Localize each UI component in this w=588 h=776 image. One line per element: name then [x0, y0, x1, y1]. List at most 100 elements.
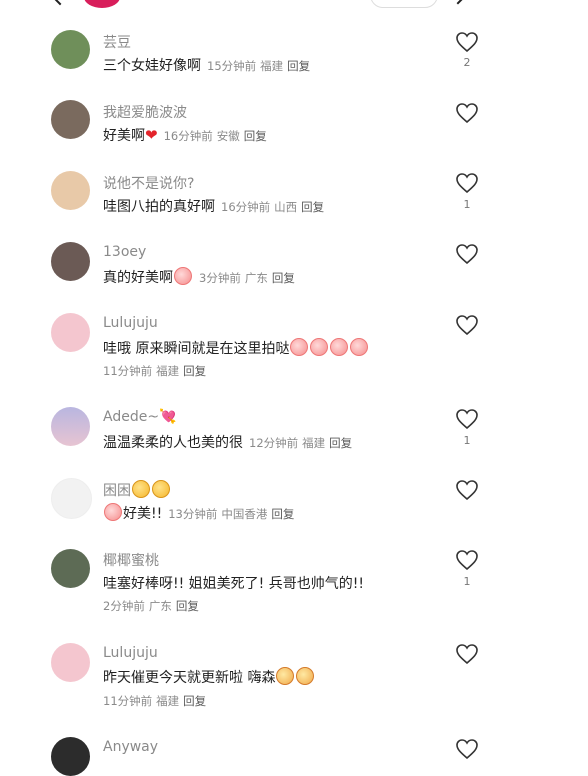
comment-location: 广东 — [148, 599, 172, 613]
comment-text: 真的好美啊 — [103, 270, 173, 286]
comment-text: 哇哦 原来瞬间就是在这里拍哒 — [103, 341, 290, 357]
heart-icon[interactable] — [455, 172, 479, 194]
avatar[interactable] — [51, 313, 90, 352]
peach-emoji — [104, 503, 122, 521]
comment-meta: 11分钟前 福建 回复 — [103, 693, 210, 709]
reply-button[interactable]: 回复 — [183, 694, 206, 708]
comment-time: 3分钟前 — [199, 271, 241, 285]
avatar[interactable] — [51, 643, 90, 682]
back-icon[interactable] — [48, 0, 72, 6]
heart-icon[interactable] — [455, 643, 479, 665]
author-avatar[interactable] — [84, 0, 120, 8]
comment-meta: 15分钟前 福建 回复 — [207, 59, 314, 73]
comment-text-line[interactable]: 昨天催更今天就更新啦 嗨森 — [103, 667, 315, 687]
avatar[interactable] — [51, 407, 90, 446]
comment-text-line[interactable]: 三个女娃好像啊 15分钟前 福建 回复 — [103, 55, 314, 75]
heart-icon[interactable] — [455, 549, 479, 571]
comment-time: 2分钟前 — [103, 599, 145, 613]
comment-meta: 16分钟前 安徽 回复 — [164, 129, 271, 143]
top-bar — [0, 0, 588, 8]
avatar[interactable] — [51, 100, 90, 139]
comment-meta: 16分钟前 山西 回复 — [221, 200, 328, 214]
comment-author-line[interactable]: Adede~💘 — [103, 409, 177, 425]
comment-time: 11分钟前 — [103, 364, 153, 378]
reply-button[interactable]: 回复 — [176, 599, 199, 613]
peach-emoji — [350, 338, 369, 356]
heart-icon[interactable] — [455, 408, 479, 430]
comment-meta: 11分钟前 福建 回复 — [103, 363, 210, 379]
comment-author[interactable]: 椰椰蜜桃 — [103, 550, 159, 570]
comment-author[interactable]: 我超爱脆波波 — [103, 102, 187, 122]
comment-text-line[interactable]: 温温柔柔的人也美的很 12分钟前 福建 回复 — [103, 432, 356, 452]
comment-time: 12分钟前 — [249, 436, 299, 450]
reply-button[interactable]: 回复 — [183, 364, 206, 378]
heart-icon[interactable] — [455, 102, 479, 124]
comment-text: 好美啊 — [103, 128, 145, 144]
heart-icon[interactable] — [455, 314, 479, 336]
avatar[interactable] — [51, 478, 92, 519]
comment-author-line[interactable]: 困困 — [103, 480, 171, 500]
reply-button[interactable]: 回复 — [272, 271, 295, 285]
like-count: 1 — [463, 575, 471, 588]
avatar[interactable] — [51, 242, 90, 281]
like-count: 1 — [463, 198, 471, 211]
avatar[interactable] — [51, 30, 90, 69]
comment-location: 广东 — [244, 271, 268, 285]
sad-emoji — [152, 480, 170, 498]
grin-emoji — [276, 667, 295, 685]
comment-time: 15分钟前 — [207, 59, 257, 73]
comment-author[interactable]: 13oey — [103, 244, 146, 260]
sad-emoji — [132, 480, 150, 498]
comment-author[interactable]: Lulujuju — [103, 315, 158, 331]
comment-text: 昨天催更今天就更新啦 嗨森 — [103, 670, 276, 686]
comment-location: 福建 — [156, 694, 180, 708]
comment-location: 福建 — [302, 436, 326, 450]
comment-location: 安徽 — [216, 129, 240, 143]
comment-time: 16分钟前 — [221, 200, 271, 214]
comment-meta: 3分钟前 广东 回复 — [199, 271, 299, 285]
comment-author[interactable]: Lulujuju — [103, 645, 158, 661]
avatar[interactable] — [51, 737, 90, 776]
peach-emoji — [174, 267, 192, 285]
follow-button[interactable] — [370, 0, 438, 8]
heart-icon[interactable] — [455, 243, 479, 265]
comment-meta: 12分钟前 福建 回复 — [249, 436, 356, 450]
comment-author: Adede~ — [103, 409, 160, 425]
comment-meta: 13分钟前 中国香港 回复 — [168, 507, 298, 521]
heart-icon[interactable] — [455, 738, 479, 760]
comment-text-line[interactable]: 哇图八拍的真好啊 16分钟前 山西 回复 — [103, 196, 328, 216]
reply-button[interactable]: 回复 — [301, 200, 324, 214]
reply-button[interactable]: 回复 — [244, 129, 267, 143]
like-count: 2 — [463, 56, 471, 69]
reply-button[interactable]: 回复 — [329, 436, 352, 450]
comment-time: 16分钟前 — [163, 129, 213, 143]
comment-time: 13分钟前 — [168, 507, 218, 521]
comment-text: 哇图八拍的真好啊 — [103, 199, 215, 215]
reply-button[interactable]: 回复 — [287, 59, 310, 73]
reply-button[interactable]: 回复 — [271, 507, 294, 521]
comment-text-line[interactable]: 真的好美啊 3分钟前 广东 回复 — [103, 267, 299, 287]
peach-emoji — [330, 338, 349, 356]
comment-text: 温温柔柔的人也美的很 — [103, 435, 243, 451]
comment-author[interactable]: 说他不是说你? — [103, 173, 194, 193]
avatar[interactable] — [51, 171, 90, 210]
comment-author: 困困 — [103, 483, 131, 499]
avatar[interactable] — [51, 549, 90, 588]
heart-icon[interactable] — [455, 479, 479, 501]
grin-emoji — [296, 667, 315, 685]
heart-emoji: ❤ — [145, 126, 158, 144]
comment-text-line[interactable]: 哇哦 原来瞬间就是在这里拍哒 — [103, 338, 369, 358]
comment-text-line[interactable]: 好美啊❤ 16分钟前 安徽 回复 — [103, 125, 271, 145]
comment-text[interactable]: 哇塞好棒呀!! 姐姐美死了! 兵哥也帅气的!! — [103, 573, 364, 593]
comment-location: 福建 — [156, 364, 180, 378]
comment-location: 中国香港 — [221, 507, 268, 521]
peach-emoji — [310, 338, 329, 356]
comment-author[interactable]: Anyway — [103, 739, 158, 755]
comment-text: 三个女娃好像啊 — [103, 58, 201, 74]
share-icon[interactable] — [449, 0, 467, 5]
heart-icon[interactable] — [455, 31, 479, 53]
like-count: 1 — [463, 434, 471, 447]
comment-text-line[interactable]: 好美!! 13分钟前 中国香港 回复 — [103, 503, 298, 523]
comment-text: 好美!! — [123, 506, 163, 522]
comment-author[interactable]: 芸豆 — [103, 32, 131, 52]
